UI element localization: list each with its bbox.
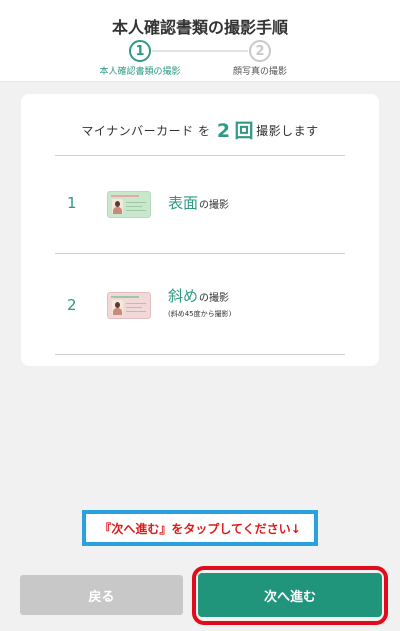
id-card-front-icon: [107, 191, 151, 218]
row-title-suffix: の撮影: [199, 200, 230, 211]
step-connector: [152, 50, 248, 52]
step-2-label: 顔写真の撮影: [232, 67, 287, 77]
step-1-indicator: 1: [129, 40, 151, 62]
list-item: 1 表面の撮影: [21, 156, 379, 252]
heading-count: 2: [216, 120, 231, 142]
row-title-main: 斜め: [168, 287, 199, 305]
step-2-indicator: 2: [249, 40, 271, 62]
tap-instruction-notice: 『次へ進む』をタップしてください↓: [82, 510, 318, 546]
row-number: 2: [67, 296, 77, 314]
card-heading: マイナンバーカード を 2 回撮影します: [21, 116, 379, 143]
back-button[interactable]: 戻る: [20, 575, 183, 615]
row-title-main: 表面: [168, 194, 199, 212]
step-1-label: 本人確認書類の撮影: [99, 67, 181, 77]
row-title: 表面の撮影: [168, 192, 229, 213]
next-button[interactable]: 次へ進む: [198, 573, 382, 617]
instruction-card: マイナンバーカード を 2 回撮影します 1 表面の撮影 2 斜めの撮影 (斜め4…: [21, 94, 379, 366]
id-card-tilted-icon: [107, 292, 151, 319]
heading-prefix: マイナンバーカード を: [81, 124, 215, 138]
row-title: 斜めの撮影: [168, 285, 229, 306]
heading-unit: 回: [234, 120, 255, 142]
row-note: (斜め45度から撮影): [168, 310, 232, 318]
row-title-suffix: の撮影: [199, 293, 230, 304]
heading-suffix: 撮影します: [256, 124, 319, 138]
list-item: 2 斜めの撮影 (斜め45度から撮影): [21, 254, 379, 350]
header: 本人確認書類の撮影手順 1 2 本人確認書類の撮影 顔写真の撮影: [0, 0, 400, 82]
divider: [55, 354, 345, 355]
row-number: 1: [67, 194, 77, 212]
page-title: 本人確認書類の撮影手順: [111, 18, 288, 37]
